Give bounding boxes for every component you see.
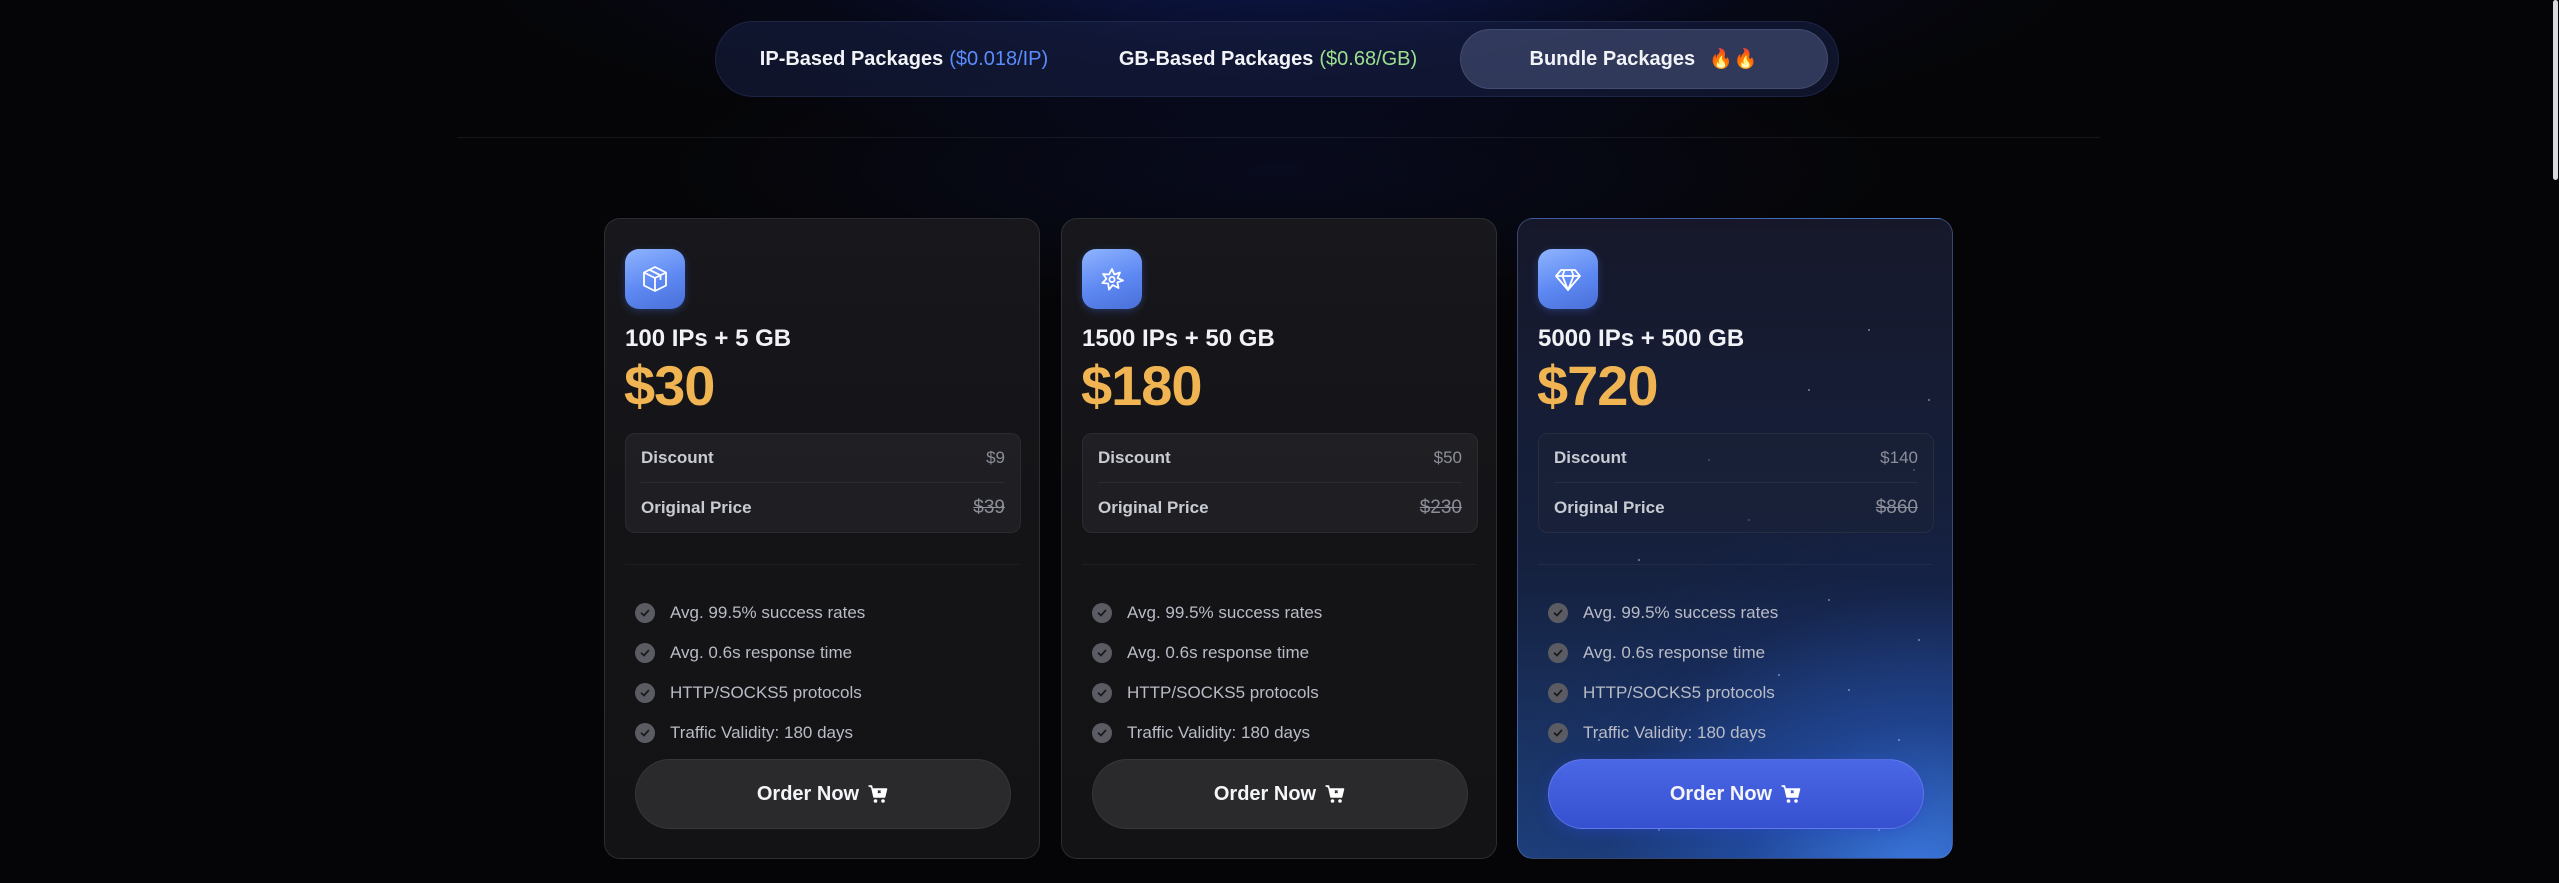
original-price-value: $39	[973, 497, 1005, 518]
feature-item: Avg. 99.5% success rates	[1548, 593, 1778, 633]
original-price-value: $230	[1419, 497, 1462, 518]
original-price-label: Original Price	[641, 498, 752, 517]
feature-text: HTTP/SOCKS5 protocols	[1127, 683, 1319, 702]
fire-icon: 🔥🔥	[1709, 49, 1759, 70]
order-now-button[interactable]: Order Now	[1548, 759, 1924, 829]
package-title: 100 IPs + 5 GB	[625, 325, 792, 352]
feature-item: Traffic Validity: 180 days	[1548, 713, 1778, 753]
check-icon	[1092, 723, 1112, 743]
separator	[1082, 564, 1476, 565]
package-price: $30	[624, 354, 715, 417]
feature-text: Avg. 99.5% success rates	[1583, 603, 1779, 622]
check-icon	[1548, 723, 1568, 743]
original-price-label: Original Price	[1098, 498, 1209, 517]
discount-label: Discount	[1098, 448, 1171, 467]
check-icon	[1092, 643, 1112, 663]
order-now-button[interactable]: Order Now	[635, 759, 1011, 829]
feature-list: Avg. 99.5% success rates Avg. 0.6s respo…	[635, 593, 865, 753]
check-icon	[1548, 643, 1568, 663]
check-icon	[635, 643, 655, 663]
feature-text: Traffic Validity: 180 days	[1127, 723, 1310, 742]
discount-label: Discount	[641, 448, 714, 467]
feature-text: Traffic Validity: 180 days	[1583, 723, 1766, 742]
feature-text: HTTP/SOCKS5 protocols	[670, 683, 862, 702]
feature-text: Avg. 99.5% success rates	[1127, 603, 1323, 622]
discount-row: Discount $9	[641, 434, 1005, 483]
feature-item: Avg. 0.6s response time	[1092, 633, 1322, 673]
tab-ip-based[interactable]: IP-Based Packages ($0.018/IP)	[724, 29, 1084, 89]
feature-list: Avg. 99.5% success rates Avg. 0.6s respo…	[1548, 593, 1778, 753]
order-now-label: Order Now	[1213, 782, 1317, 805]
discount-value: $140	[1880, 448, 1918, 467]
tab-gb-based-price: ($0.68/GB)	[1319, 47, 1418, 70]
diamond-icon	[1538, 249, 1598, 309]
package-title: 5000 IPs + 500 GB	[1538, 325, 1745, 352]
discount-value: $50	[1433, 448, 1462, 467]
check-icon	[1092, 683, 1112, 703]
feature-text: HTTP/SOCKS5 protocols	[1583, 683, 1775, 702]
original-price-value: $860	[1875, 497, 1918, 518]
price-breakdown: Discount $140 Original Price $860	[1538, 433, 1934, 533]
package-card-premium: 5000 IPs + 500 GB $720 Discount $140 Ori…	[1517, 218, 1953, 859]
feature-text: Avg. 99.5% success rates	[670, 603, 866, 622]
tab-bundle[interactable]: Bundle Packages 🔥🔥	[1460, 29, 1828, 89]
feature-item: Avg. 99.5% success rates	[1092, 593, 1322, 633]
original-price-label: Original Price	[1554, 498, 1665, 517]
divider	[457, 137, 2100, 138]
feature-text: Traffic Validity: 180 days	[670, 723, 853, 742]
discount-row: Discount $140	[1554, 434, 1918, 483]
feature-text: Avg. 0.6s response time	[1127, 643, 1310, 662]
feature-text: Avg. 0.6s response time	[670, 643, 853, 662]
price-breakdown: Discount $50 Original Price $230	[1082, 433, 1478, 533]
order-now-label: Order Now	[1669, 782, 1773, 805]
tab-ip-based-label: IP-Based Packages	[759, 47, 944, 70]
original-price-row: Original Price $860	[1554, 484, 1918, 532]
scrollbar-thumb[interactable]	[2553, 0, 2558, 180]
price-breakdown: Discount $9 Original Price $39	[625, 433, 1021, 533]
separator	[625, 564, 1019, 565]
package-price: $720	[1537, 354, 1659, 417]
feature-item: Avg. 0.6s response time	[635, 633, 865, 673]
sparkle-gear-icon	[1082, 249, 1142, 309]
package-type-tabs: IP-Based Packages ($0.018/IP) GB-Based P…	[715, 21, 1839, 97]
feature-item: Avg. 0.6s response time	[1548, 633, 1778, 673]
tab-gb-based[interactable]: GB-Based Packages ($0.68/GB)	[1084, 29, 1452, 89]
package-card-basic: 100 IPs + 5 GB $30 Discount $9 Original …	[604, 218, 1040, 859]
package-title: 1500 IPs + 50 GB	[1082, 325, 1275, 352]
feature-item: Traffic Validity: 180 days	[635, 713, 865, 753]
discount-label: Discount	[1554, 448, 1627, 467]
tab-ip-based-price: ($0.018/IP)	[949, 47, 1049, 70]
original-price-row: Original Price $39	[641, 484, 1005, 532]
separator	[1538, 564, 1932, 565]
check-icon	[1548, 683, 1568, 703]
tab-bundle-label: Bundle Packages	[1529, 47, 1696, 70]
tab-gb-based-label: GB-Based Packages	[1118, 47, 1314, 70]
package-card-standard: 1500 IPs + 50 GB $180 Discount $50 Origi…	[1061, 218, 1497, 859]
order-now-label: Order Now	[756, 782, 860, 805]
feature-item: HTTP/SOCKS5 protocols	[1548, 673, 1778, 713]
feature-list: Avg. 99.5% success rates Avg. 0.6s respo…	[1092, 593, 1322, 753]
page: IP-Based Packages ($0.018/IP) GB-Based P…	[0, 0, 2559, 883]
discount-value: $9	[986, 448, 1005, 467]
check-icon	[1092, 603, 1112, 623]
check-icon	[635, 603, 655, 623]
package-price: $180	[1081, 354, 1203, 417]
check-icon	[635, 683, 655, 703]
check-icon	[1548, 603, 1568, 623]
discount-row: Discount $50	[1098, 434, 1462, 483]
check-icon	[635, 723, 655, 743]
cart-icon	[1324, 783, 1346, 805]
original-price-row: Original Price $230	[1098, 484, 1462, 532]
feature-text: Avg. 0.6s response time	[1583, 643, 1766, 662]
feature-item: HTTP/SOCKS5 protocols	[635, 673, 865, 713]
feature-item: Avg. 99.5% success rates	[635, 593, 865, 633]
feature-item: Traffic Validity: 180 days	[1092, 713, 1322, 753]
order-now-button[interactable]: Order Now	[1092, 759, 1468, 829]
cart-icon	[867, 783, 889, 805]
cube-icon	[625, 249, 685, 309]
cart-icon	[1780, 783, 1802, 805]
feature-item: HTTP/SOCKS5 protocols	[1092, 673, 1322, 713]
